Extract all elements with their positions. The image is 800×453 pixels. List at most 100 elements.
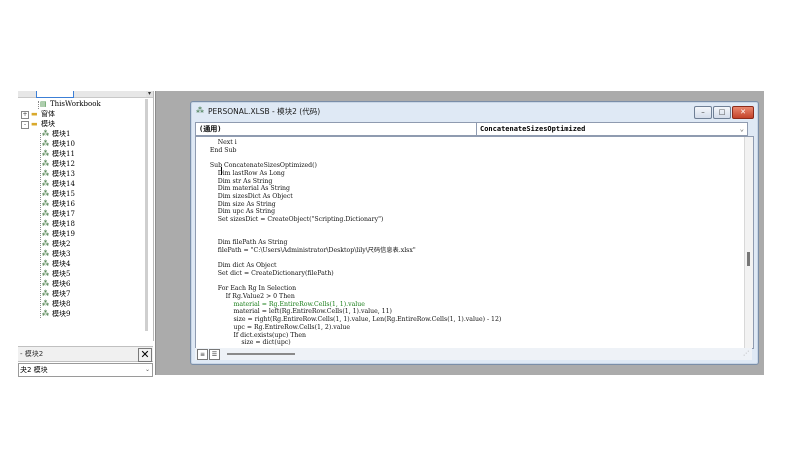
tree-node-module[interactable]: ⁂ 模块4 <box>42 259 70 269</box>
tree-node-label: 模块4 <box>52 260 71 268</box>
tree-node-module[interactable]: ⁂ 模块13 <box>42 169 75 179</box>
code-line[interactable]: Set sizesDict = CreateObject("Scripting.… <box>202 216 384 224</box>
tree-node-module[interactable]: ⁂ 模块7 <box>42 289 70 299</box>
scroll-up-icon[interactable]: ▾ <box>146 91 153 97</box>
explorer-selected-node[interactable] <box>36 91 74 98</box>
tree-node-module[interactable]: ⁂ 模块18 <box>42 219 75 229</box>
code-window-titlebar[interactable]: ⁂ PERSONAL.XLSB - 模块2 (代码) – □ ✕ <box>191 102 758 120</box>
module-icon: ⁂ <box>42 220 49 228</box>
tree-node-module[interactable]: ⁂ 模块5 <box>42 269 70 279</box>
procedure-combo-value: ConcatenateSizesOptimized <box>480 125 586 133</box>
code-window-title: PERSONAL.XLSB - 模块2 (代码) <box>208 107 321 116</box>
code-editor[interactable]: Next i End Sub Sub ConcatenateSizesOptim… <box>195 136 754 349</box>
folder-icon: ▬ <box>31 120 38 128</box>
tree-node-thisworkbook[interactable]: ▤ ThisWorkbook <box>40 99 101 109</box>
tree-node-label: 模块16 <box>52 200 75 208</box>
code-window-statusbar: ≡ ☰ ⋰ <box>195 348 752 360</box>
tree-node-module[interactable]: ⁂ 模块12 <box>42 159 75 169</box>
code-line[interactable]: Set dict = CreateDictionary(filePath) <box>202 270 334 278</box>
folder-icon: ▬ <box>31 110 38 118</box>
object-combo-value: (通用) <box>199 125 222 133</box>
code-window[interactable]: ⁂ PERSONAL.XLSB - 模块2 (代码) – □ ✕ (通用) ⌄ … <box>190 101 759 365</box>
tree-node-module[interactable]: ⁂ 模块10 <box>42 139 75 149</box>
collapse-icon[interactable]: - <box>21 121 29 129</box>
properties-object-select[interactable]: 夬2 模块 ⌄ <box>18 363 153 377</box>
expand-icon[interactable]: + <box>21 111 29 119</box>
chevron-down-icon[interactable]: ⌄ <box>145 364 150 376</box>
module-icon: ⁂ <box>42 130 49 138</box>
tree-node-label: 模块5 <box>52 270 71 278</box>
tree-node-label: ThisWorkbook <box>50 100 101 108</box>
tree-node-module[interactable]: ⁂ 模块8 <box>42 299 70 309</box>
code-line[interactable]: End Sub <box>202 147 237 155</box>
close-button[interactable]: ✕ <box>732 106 754 119</box>
tree-node-module[interactable]: ⁂ 模块11 <box>42 149 75 159</box>
vba-module-icon: ⁂ <box>196 106 204 115</box>
properties-title: - 模块2 <box>20 350 44 358</box>
tree-node-label: 模块12 <box>52 160 75 168</box>
resize-grip-icon[interactable]: ⋰ <box>743 350 749 357</box>
explorer-header <box>18 91 153 98</box>
module-icon: ⁂ <box>42 150 49 158</box>
tree-node-forms[interactable]: + ▬ 窗体 <box>21 109 55 119</box>
tree-node-label: 模块 <box>41 120 55 128</box>
module-icon: ⁂ <box>42 190 49 198</box>
tree-node-label: 模块14 <box>52 180 75 188</box>
explorer-scrollbar[interactable] <box>145 99 148 331</box>
tree-node-module[interactable]: ⁂ 模块15 <box>42 189 75 199</box>
tree-node-label: 模块7 <box>52 290 71 298</box>
sheet-icon: ▤ <box>40 100 47 108</box>
tree-node-label: 模块2 <box>52 240 71 248</box>
procedure-combo[interactable]: ConcatenateSizesOptimized ⌄ <box>476 122 748 136</box>
module-icon: ⁂ <box>42 200 49 208</box>
tree-node-label: 模块19 <box>52 230 75 238</box>
tree-node-label: 模块9 <box>52 310 71 318</box>
module-icon: ⁂ <box>42 280 49 288</box>
module-icon: ⁂ <box>42 260 49 268</box>
tree-node-label: 模块1 <box>52 130 71 138</box>
object-combo[interactable]: (通用) ⌄ <box>195 122 499 136</box>
properties-title-bar: - 模块2 <box>18 346 153 362</box>
tree-node-module[interactable]: ⁂ 模块19 <box>42 229 75 239</box>
properties-selected-value: 夬2 模块 <box>20 366 48 374</box>
tree-node-module[interactable]: ⁂ 模块9 <box>42 309 70 319</box>
editor-vertical-scrollbar[interactable] <box>744 137 753 348</box>
module-icon: ⁂ <box>42 240 49 248</box>
module-icon: ⁂ <box>42 230 49 238</box>
procedure-view-icon[interactable]: ≡ <box>197 349 208 360</box>
tree-node-module[interactable]: ⁂ 模块14 <box>42 179 75 189</box>
project-explorer[interactable]: ▾ ▤ ThisWorkbook + ▬ 窗体 - ▬ 模块 ⁂ 模块1 ⁂ 模块10 ⁂ 模块… <box>18 91 154 341</box>
module-icon: ⁂ <box>42 270 49 278</box>
tree-node-label: 模块10 <box>52 140 75 148</box>
tree-connector <box>38 101 39 109</box>
tree-node-label: 模块13 <box>52 170 75 178</box>
minimize-button[interactable]: – <box>694 106 712 119</box>
tree-node-module[interactable]: ⁂ 模块2 <box>42 239 70 249</box>
code-line[interactable]: filePath = "C:\Users\Administrator\Deskt… <box>202 247 416 255</box>
editor-horizontal-scrollbar[interactable] <box>227 353 295 355</box>
text-cursor <box>221 167 222 175</box>
tree-node-module[interactable]: ⁂ 模块3 <box>42 249 70 259</box>
module-icon: ⁂ <box>42 300 49 308</box>
tree-node-module[interactable]: ⁂ 模块17 <box>42 209 75 219</box>
module-icon: ⁂ <box>42 210 49 218</box>
tree-node-label: 模块17 <box>52 210 75 218</box>
tree-node-module[interactable]: ⁂ 模块1 <box>42 129 70 139</box>
module-icon: ⁂ <box>42 170 49 178</box>
tree-node-label: 模块8 <box>52 300 71 308</box>
code-line[interactable]: size = dict(upc) <box>202 339 290 347</box>
full-module-view-icon[interactable]: ☰ <box>209 349 220 360</box>
tree-node-label: 模块11 <box>52 150 75 158</box>
module-icon: ⁂ <box>42 160 49 168</box>
module-icon: ⁂ <box>42 180 49 188</box>
restore-button[interactable]: □ <box>713 106 731 119</box>
tree-node-module[interactable]: ⁂ 模块6 <box>42 279 70 289</box>
chevron-down-icon[interactable]: ⌄ <box>740 123 744 135</box>
close-icon[interactable]: ✕ <box>138 348 152 362</box>
module-icon: ⁂ <box>42 140 49 148</box>
tree-connector <box>40 133 41 318</box>
scroll-thumb[interactable] <box>747 252 750 266</box>
tree-node-modules[interactable]: - ▬ 模块 <box>21 119 55 129</box>
tree-node-module[interactable]: ⁂ 模块16 <box>42 199 75 209</box>
module-icon: ⁂ <box>42 310 49 318</box>
